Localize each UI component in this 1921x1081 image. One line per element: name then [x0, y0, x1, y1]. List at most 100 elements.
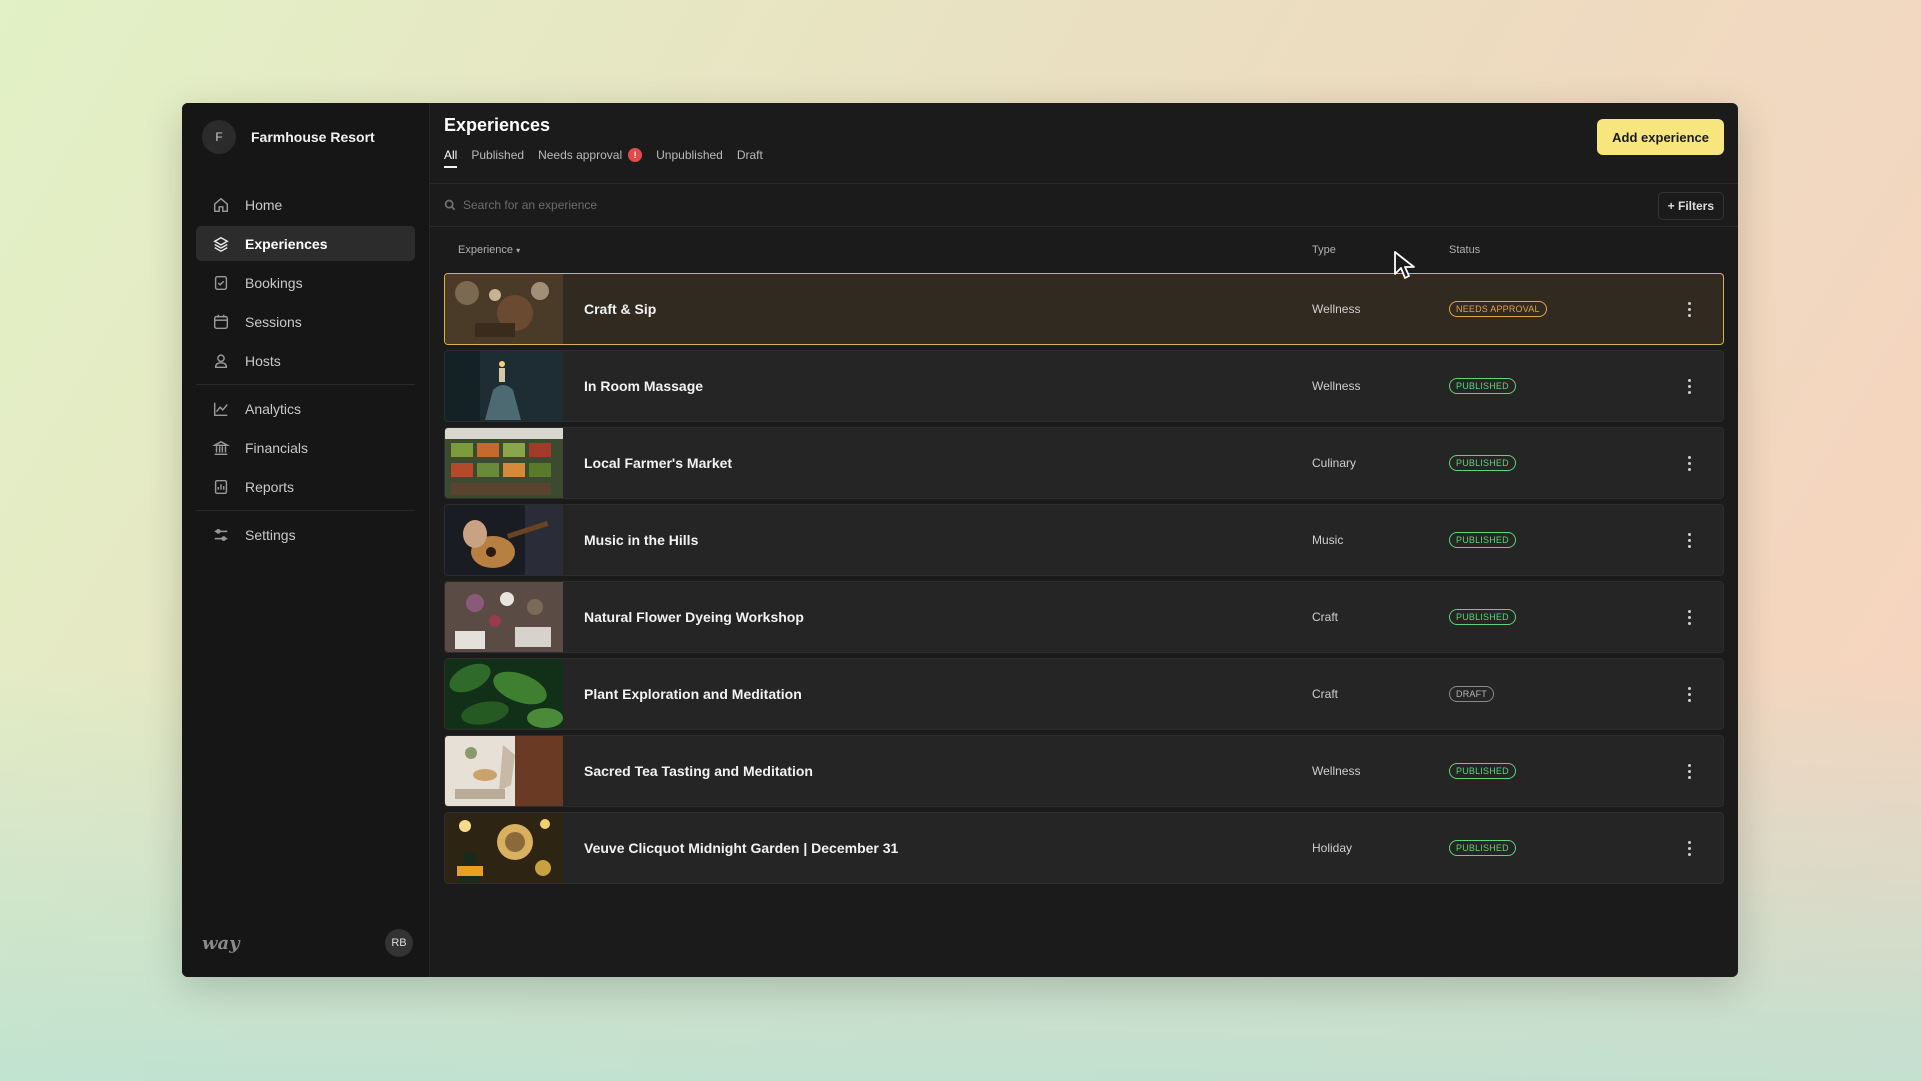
guitar-thumbnail — [445, 505, 563, 575]
craft-thumbnail — [445, 274, 563, 344]
sidebar-item-label: Home — [245, 196, 283, 213]
status-badge: PUBLISHED — [1449, 455, 1516, 471]
more-options-icon[interactable] — [1681, 607, 1697, 627]
bank-icon — [212, 440, 230, 455]
experience-type: Culinary — [1312, 456, 1357, 470]
sidebar-item-label: Sessions — [245, 313, 302, 330]
plus-icon: + — [1667, 199, 1678, 213]
status-badge: PUBLISHED — [1449, 532, 1516, 548]
more-options-icon[interactable] — [1681, 761, 1697, 781]
bookings-icon — [214, 275, 228, 290]
home-icon — [213, 197, 229, 212]
alert-badge: ! — [628, 148, 643, 162]
sidebar-nav: Home Experiences Bookings Sessions Hosts — [196, 187, 415, 552]
sidebar-item-label: Experiences — [245, 235, 328, 252]
column-header-type: Type — [1312, 244, 1336, 256]
page-title: Experiences — [444, 115, 551, 135]
column-label: Experience — [458, 244, 514, 256]
experience-type: Music — [1312, 533, 1344, 547]
more-options-icon[interactable] — [1681, 838, 1697, 858]
org-name: Farmhouse Resort — [251, 129, 375, 145]
sidebar-item-experiences[interactable]: Experiences — [196, 226, 415, 261]
sidebar-item-label: Financials — [245, 439, 309, 456]
tab-all[interactable]: All — [444, 148, 458, 168]
experience-name: Local Farmer's Market — [584, 455, 733, 471]
chart-icon — [213, 402, 228, 416]
champagne-thumbnail — [445, 813, 563, 883]
status-badge: NEEDS APPROVAL — [1449, 301, 1547, 317]
sidebar-item-hosts[interactable]: Hosts — [196, 343, 415, 378]
more-options-icon[interactable] — [1681, 453, 1697, 473]
status-badge: PUBLISHED — [1449, 840, 1516, 856]
sidebar-item-label: Analytics — [245, 400, 302, 417]
sidebar-item-settings[interactable]: Settings — [196, 517, 415, 552]
tab-label: Needs approval — [538, 148, 623, 162]
experience-type: Wellness — [1312, 764, 1361, 778]
sidebar-item-reports[interactable]: Reports — [196, 469, 415, 504]
table-header: Experience ▾ Type Status — [430, 227, 1738, 273]
status-tabs: All Published Needs approval! Unpublishe… — [444, 148, 1724, 168]
way-logo[interactable]: way — [202, 933, 240, 954]
main-content: Experiences All Published Needs approval… — [430, 103, 1738, 977]
market-thumbnail — [445, 428, 563, 498]
sidebar-item-analytics[interactable]: Analytics — [196, 391, 415, 426]
table-row[interactable]: Music in the Hills Music PUBLISHED — [444, 504, 1724, 576]
sidebar-footer: way RB — [202, 929, 413, 957]
experience-type: Wellness — [1312, 302, 1361, 316]
table-row[interactable]: Veuve Clicquot Midnight Garden | Decembe… — [444, 812, 1724, 884]
tab-published[interactable]: Published — [471, 148, 524, 168]
sidebar-divider — [196, 384, 415, 385]
experience-type: Craft — [1312, 687, 1339, 701]
sidebar-item-home[interactable]: Home — [196, 187, 415, 222]
sidebar-item-sessions[interactable]: Sessions — [196, 304, 415, 339]
table-row[interactable]: Sacred Tea Tasting and Meditation Wellne… — [444, 735, 1724, 807]
user-icon — [214, 353, 228, 368]
experience-name: Veuve Clicquot Midnight Garden | Decembe… — [584, 840, 899, 856]
app-window: F Farmhouse Resort Home Experiences Book… — [182, 103, 1738, 977]
more-options-icon[interactable] — [1681, 530, 1697, 550]
sidebar-item-bookings[interactable]: Bookings — [196, 265, 415, 300]
tab-draft[interactable]: Draft — [737, 148, 763, 168]
column-header-status: Status — [1449, 244, 1481, 256]
org-switcher[interactable]: F Farmhouse Resort — [196, 103, 415, 171]
tab-needs-approval[interactable]: Needs approval! — [538, 148, 643, 168]
more-options-icon[interactable] — [1681, 299, 1697, 319]
add-experience-button[interactable]: Add experience — [1597, 119, 1724, 155]
table-row[interactable]: Plant Exploration and Meditation Craft D… — [444, 658, 1724, 730]
sidebar-item-label: Bookings — [245, 274, 303, 291]
sidebar-item-financials[interactable]: Financials — [196, 430, 415, 465]
experience-name: Craft & Sip — [584, 301, 657, 317]
filters-label: Filters — [1677, 199, 1714, 213]
sidebar: F Farmhouse Resort Home Experiences Book… — [182, 103, 430, 977]
sidebar-item-label: Reports — [245, 478, 295, 495]
tab-label: All — [444, 148, 458, 162]
search-bar: + Filters — [430, 183, 1738, 227]
plant-thumbnail — [445, 659, 563, 729]
experience-name: In Room Massage — [584, 378, 704, 394]
sidebar-divider — [196, 510, 415, 511]
column-header-experience[interactable]: Experience ▾ — [458, 244, 520, 256]
massage-thumbnail — [445, 351, 563, 421]
more-options-icon[interactable] — [1681, 684, 1697, 704]
more-options-icon[interactable] — [1681, 376, 1697, 396]
org-avatar: F — [202, 120, 236, 154]
experience-type: Holiday — [1312, 841, 1353, 855]
search-icon — [444, 199, 456, 211]
sliders-icon — [214, 528, 228, 541]
table-row[interactable]: Local Farmer's Market Culinary PUBLISHED — [444, 427, 1724, 499]
tab-unpublished[interactable]: Unpublished — [656, 148, 723, 168]
experience-list: Craft & Sip Wellness NEEDS APPROVAL In R… — [430, 273, 1738, 884]
filters-button[interactable]: + Filters — [1657, 192, 1724, 220]
table-row[interactable]: Natural Flower Dyeing Workshop Craft PUB… — [444, 581, 1724, 653]
report-icon — [214, 479, 228, 494]
experience-name: Plant Exploration and Meditation — [584, 686, 802, 702]
chevron-down-icon: ▾ — [516, 246, 521, 255]
table-row[interactable]: Craft & Sip Wellness NEEDS APPROVAL — [444, 273, 1724, 345]
tab-label: Unpublished — [656, 148, 723, 162]
experience-name: Music in the Hills — [584, 532, 699, 548]
experience-type: Wellness — [1312, 379, 1361, 393]
table-row[interactable]: In Room Massage Wellness PUBLISHED — [444, 350, 1724, 422]
search-input[interactable] — [463, 198, 963, 212]
status-badge: PUBLISHED — [1449, 378, 1516, 394]
user-avatar[interactable]: RB — [385, 929, 413, 957]
